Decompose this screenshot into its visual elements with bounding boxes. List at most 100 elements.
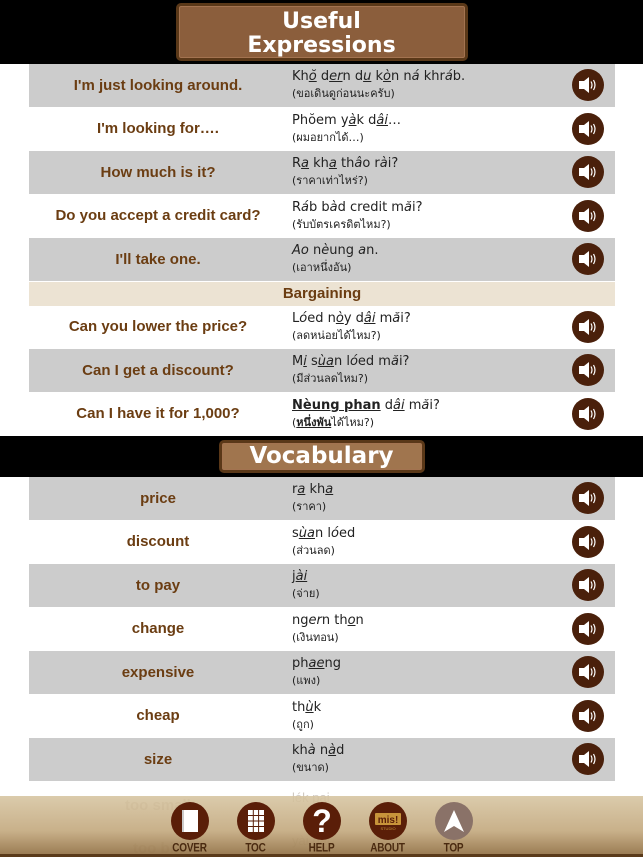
- romanization: khà nàd: [292, 743, 345, 759]
- svg-text:STUDIO: STUDIO: [380, 826, 395, 831]
- play-audio-button[interactable]: [572, 243, 604, 276]
- thai-translation: ra kha (ราคา): [287, 481, 565, 515]
- thai-script: (ผมอยากได้…): [292, 130, 364, 144]
- play-audio-button[interactable]: [572, 199, 604, 232]
- vocabulary-title-badge: Vocabulary: [218, 440, 425, 473]
- play-audio-button[interactable]: [572, 354, 604, 387]
- expressions-title-badge: Useful Expressions: [175, 3, 468, 61]
- english-phrase: Can I have it for 1,000?: [76, 405, 240, 423]
- thai-script: (ขนาด): [292, 761, 329, 775]
- vocabulary-row: change ngern thon (เงินทอน): [29, 607, 615, 651]
- romanization: jài: [292, 569, 308, 585]
- play-audio-button[interactable]: [572, 482, 604, 515]
- play-audio-button[interactable]: [572, 656, 604, 689]
- english-phrase: I'm just looking around.: [73, 76, 243, 94]
- english-phrase: I'll take one.: [115, 250, 201, 268]
- thai-translation: Nèung phan dâi măi? (หนึ่งพันได้ไหม?): [287, 397, 565, 431]
- speaker-icon: [577, 405, 599, 423]
- english-phrase: size: [143, 750, 173, 768]
- romanization: ngern thon: [292, 612, 364, 628]
- toc-button[interactable]: TOC: [223, 802, 289, 855]
- thai-translation: phaeng (แพง): [287, 655, 565, 689]
- speaker-icon: [577, 318, 599, 336]
- thai-translation: thùk (ถูก): [287, 699, 565, 733]
- thai-script: (มีส่วนลดไหม?): [292, 372, 369, 386]
- vocabulary-row: expensive phaeng (แพง): [29, 651, 615, 695]
- expressions-table: I'm just looking around. Khŏ dern du kòn …: [0, 64, 643, 282]
- bargaining-table: Can you lower the price? Lóed nòy dâi măi…: [0, 305, 643, 436]
- english-phrase: How much is it?: [100, 163, 216, 181]
- play-audio-button[interactable]: [572, 525, 604, 558]
- thai-translation: jài (จ่าย): [287, 568, 565, 602]
- logo-icon: mis! STUDIO: [368, 802, 407, 840]
- thai-script: (รับบัตรเครดิตไหม?): [292, 217, 391, 231]
- expressions-header-bar: Useful Expressions: [0, 0, 643, 64]
- help-button[interactable]: ? HELP: [289, 802, 355, 855]
- vocabulary-row: cheap thùk (ถูก): [29, 694, 615, 738]
- play-audio-button[interactable]: [572, 569, 604, 602]
- romanization: sùan lóed: [292, 525, 356, 541]
- speaker-icon: [577, 707, 599, 725]
- help-label: HELP: [308, 842, 335, 855]
- thai-translation: Ráb bàd credit măi? (รับบัตรเครดิตไหม?): [287, 199, 565, 233]
- romanization: Khŏ dern du kòn ná khráb.: [292, 69, 466, 85]
- play-audio-button[interactable]: [572, 112, 604, 145]
- thai-translation: Ra kha thâo rài? (ราคาเท่าไหร่?): [287, 155, 565, 189]
- cover-button[interactable]: COVER: [157, 802, 223, 855]
- expressions-row: Do you accept a credit card? Ráb bàd cred…: [29, 194, 615, 238]
- play-audio-button[interactable]: [572, 69, 604, 102]
- top-button[interactable]: TOP: [421, 802, 487, 855]
- thai-script: (ส่วนลด): [292, 543, 335, 557]
- thai-script: (ลดหน่อยได้ไหม?): [292, 328, 381, 342]
- expressions-row: I'll take one. Ao nèung an. (เอาหนึ่งอัน): [29, 238, 615, 282]
- play-audio-button[interactable]: [572, 743, 604, 776]
- top-label: TOP: [443, 842, 464, 855]
- english-phrase: Do you accept a credit card?: [55, 207, 261, 225]
- play-audio-button[interactable]: [572, 612, 604, 645]
- about-button[interactable]: mis! STUDIO ABOUT: [355, 802, 421, 855]
- vocabulary-row: discount sùan lóed (ส่วนลด): [29, 520, 615, 564]
- title-line-2: Expressions: [247, 33, 396, 58]
- vocabulary-table: price ra kha (ราคา) discount sùan lóed (ส่วนล…: [0, 477, 643, 782]
- thai-script: (จ่าย): [292, 587, 320, 601]
- title-line-1: Useful: [282, 9, 361, 34]
- play-audio-button[interactable]: [572, 699, 604, 732]
- speaker-icon: [577, 489, 599, 507]
- english-phrase: I'm looking for….: [97, 120, 219, 138]
- english-phrase: discount: [126, 533, 190, 551]
- grid-icon: [236, 802, 275, 840]
- speaker-icon: [577, 250, 599, 268]
- romanization: Ra kha thâo rài?: [292, 156, 399, 172]
- play-audio-button[interactable]: [572, 397, 604, 430]
- thai-translation: khà nàd (ขนาด): [287, 742, 565, 776]
- english-phrase: expensive: [121, 663, 195, 681]
- question-icon: ?: [302, 802, 341, 840]
- vocabulary-row: size khà nàd (ขนาด): [29, 738, 615, 782]
- speaker-icon: [577, 620, 599, 638]
- play-audio-button[interactable]: [572, 156, 604, 189]
- romanization: Ao nèung an.: [292, 243, 379, 259]
- thai-translation: sùan lóed (ส่วนลด): [287, 525, 565, 559]
- speaker-icon: [577, 750, 599, 768]
- thai-translation: Mi sùan lóed măi? (มีส่วนลดไหม?): [287, 353, 565, 387]
- english-phrase: price: [140, 489, 176, 507]
- arrow-up-icon: [434, 802, 473, 840]
- expressions-row: I'm looking for…. Phŏem yàk dâi… (ผมอยากได…: [29, 107, 615, 151]
- speaker-icon: [577, 361, 599, 379]
- bottom-toolbar: COVER TOC? HELP mis! STUDIO ABOUT TOP: [0, 796, 643, 857]
- thai-translation: Phŏem yàk dâi… (ผมอยากได้…): [287, 112, 565, 146]
- speaker-icon: [577, 576, 599, 594]
- romanization: Phŏem yàk dâi…: [292, 112, 401, 128]
- speaker-icon: [577, 76, 599, 94]
- bargaining-row: Can I have it for 1,000? Nèung phan dâi m…: [29, 392, 615, 436]
- romanization: thùk: [292, 699, 322, 715]
- thai-translation: Lóed nòy dâi măi? (ลดหน่อยได้ไหม?): [287, 310, 565, 344]
- expressions-row: How much is it? Ra kha thâo rài? (ราคาเท่า…: [29, 151, 615, 195]
- bargaining-row: Can I get a discount? Mi sùan lóed măi? (ม…: [29, 349, 615, 393]
- romanization: ra kha: [292, 482, 334, 498]
- thai-script: (แพง): [292, 674, 321, 688]
- english-phrase: Can you lower the price?: [68, 318, 248, 336]
- romanization: Nèung phan dâi măi?: [292, 397, 440, 413]
- play-audio-button[interactable]: [572, 310, 604, 343]
- speaker-icon: [577, 207, 599, 225]
